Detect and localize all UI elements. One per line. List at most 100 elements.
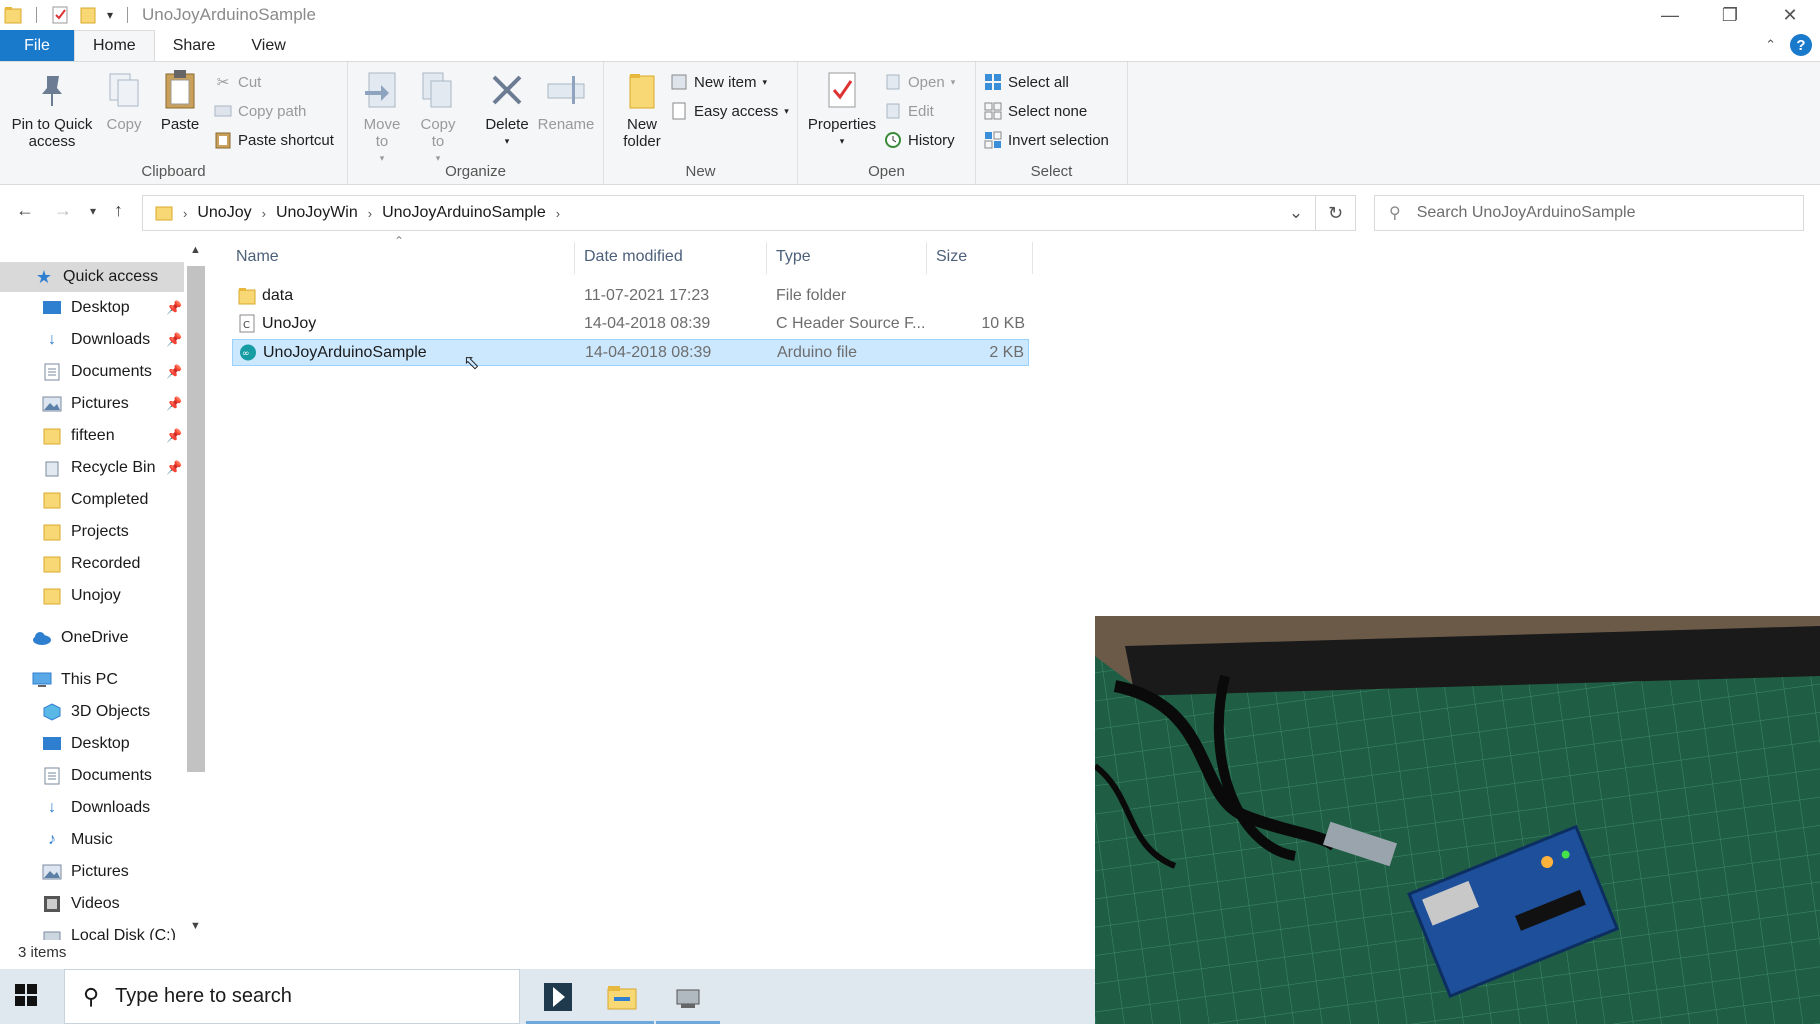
pin-to-quick-access-button[interactable]: Pin to Quick access [6,68,98,150]
nav-label: Desktop [71,735,130,752]
refresh-icon[interactable]: ↻ [1316,195,1356,231]
network-app-taskbar-icon[interactable] [656,969,720,1024]
nav-music[interactable]: ♪ Music [0,825,186,855]
easy-access-button[interactable]: Easy access ▾ [670,102,789,120]
select-none-button[interactable]: Select none [984,102,1087,120]
scroll-down-icon[interactable]: ▼ [190,920,201,932]
tab-view[interactable]: View [233,30,303,61]
nav-pc-documents[interactable]: Documents [0,761,186,791]
paste-shortcut-button[interactable]: Paste shortcut [214,131,334,149]
nav-downloads[interactable]: ↓ Downloads 📌 [0,325,186,355]
3d-objects-icon [42,703,62,721]
taskbar-app-icon[interactable] [526,969,590,1024]
open-button[interactable]: Open ▾ [884,73,955,91]
ribbon-tabs: File Home Share View ⌃ ? [0,30,1820,61]
new-folder-label: New folder [623,116,661,150]
scroll-thumb[interactable] [187,266,205,772]
column-type[interactable]: Type [776,248,811,266]
downloads-icon: ↓ [48,799,56,816]
move-to-button[interactable]: Move to ▾ [360,68,404,167]
taskbar-search[interactable]: ⚲ Type here to search [64,969,520,1024]
file-type: C Header Source F... [776,315,926,332]
up-icon[interactable]: ↑ [114,200,123,221]
nav-completed[interactable]: Completed [0,485,186,515]
recycle-bin-icon [42,459,62,477]
cut-button[interactable]: ✂ Cut [214,73,262,92]
new-group: New folder New item ▾ Easy access ▾ New [604,62,798,184]
column-date-modified[interactable]: Date modified [584,248,683,266]
close-button[interactable]: ✕ [1760,0,1820,30]
address-bar[interactable]: › UnoJoy › UnoJoyWin › UnoJoyArduinoSamp… [142,195,1316,231]
copy-path-button[interactable]: Copy path [214,102,306,120]
properties-label: Properties [807,116,877,133]
history-button[interactable]: History [884,131,955,149]
edit-button[interactable]: Edit [884,102,934,120]
new-item-button[interactable]: New item ▾ [670,73,767,91]
nav-documents[interactable]: Documents 📌 [0,357,186,387]
nav-quick-access[interactable]: ★ Quick access [0,262,184,292]
minimize-button[interactable]: — [1640,0,1700,30]
nav-projects[interactable]: Projects [0,517,186,547]
file-row-data[interactable]: data 11-07-2021 17:23 File folder [232,283,1029,310]
nav-onedrive[interactable]: OneDrive [0,623,186,653]
nav-fifteen[interactable]: fifteen 📌 [0,421,186,451]
tab-home[interactable]: Home [74,30,155,61]
nav-pc-downloads[interactable]: ↓ Downloads [0,793,186,823]
paste-button[interactable]: Paste [158,68,202,133]
restore-button[interactable]: ❐ [1700,0,1760,30]
file-row-unojoyarduinosample[interactable]: ∞ UnoJoyArduinoSample ⬁ 14-04-2018 08:39… [232,339,1029,374]
invert-selection-button[interactable]: Invert selection [984,131,1109,149]
nav-local-disk[interactable]: Local Disk (C:) [0,921,186,940]
copy-button[interactable]: Copy [104,68,144,133]
new-item-label: New item [694,73,757,91]
nav-pictures[interactable]: Pictures 📌 [0,389,186,419]
navigation-bar: ← → ▾ ↑ › UnoJoy › UnoJoyWin › UnoJoyArd… [0,192,1820,232]
scroll-up-icon[interactable]: ▲ [190,244,201,256]
paste-icon [165,70,195,109]
edit-icon [884,102,902,120]
nav-scrollbar[interactable]: ▲ ▼ [186,240,206,940]
copy-to-button[interactable]: Copy to ▾ [416,68,460,167]
collapse-ribbon-icon[interactable]: ⌃ [1765,37,1776,53]
new-folder-button[interactable]: New folder [614,68,670,150]
tab-share[interactable]: Share [155,30,234,61]
nav-videos[interactable]: Videos [0,889,186,919]
breadcrumb-unojoy[interactable]: UnoJoy [197,204,251,222]
nav-unojoy[interactable]: Unojoy [0,581,186,611]
nav-desktop[interactable]: Desktop 📌 [0,293,186,323]
column-name[interactable]: Name [236,248,279,266]
invert-selection-icon [984,131,1002,149]
column-size[interactable]: Size [936,248,967,266]
breadcrumb-unojoyarduinosample[interactable]: UnoJoyArduinoSample [382,204,546,222]
file-explorer-taskbar-icon[interactable] [590,969,654,1024]
rename-button[interactable]: Rename [536,68,596,133]
properties-button[interactable]: Properties ▾ [806,68,878,150]
address-dropdown-icon[interactable]: ⌄ [1276,195,1316,231]
computer-icon [32,671,52,689]
nav-3d-objects[interactable]: 3D Objects [0,697,186,727]
tab-file[interactable]: File [0,30,74,61]
cloud-icon [32,629,52,647]
nav-pc-desktop[interactable]: Desktop [0,729,186,759]
file-row-unojoy[interactable]: C UnoJoy 14-04-2018 08:39 C Header Sourc… [232,311,1029,338]
customize-quick-access-icon[interactable]: ▾ [107,8,113,22]
recent-locations-icon[interactable]: ▾ [90,204,96,218]
folder-icon [155,206,173,221]
organize-group-label: Organize [445,163,506,180]
windows-start-icon[interactable] [14,983,38,1012]
nav-pc-pictures[interactable]: Pictures [0,857,186,887]
nav-this-pc[interactable]: This PC [0,665,186,695]
back-icon[interactable]: ← [16,200,34,221]
nav-label: Downloads [71,799,151,816]
forward-icon[interactable]: → [54,200,72,221]
help-icon[interactable]: ? [1790,34,1812,56]
select-all-button[interactable]: Select all [984,73,1069,91]
search-icon: ⚲ [1389,205,1401,222]
nav-recycle-bin[interactable]: Recycle Bin 📌 [0,453,186,483]
nav-recorded[interactable]: Recorded [0,549,186,579]
search-box[interactable]: ⚲ Search UnoJoyArduinoSample [1374,195,1804,231]
breadcrumb-unojoywin[interactable]: UnoJoyWin [276,204,358,222]
properties-icon[interactable] [51,5,69,25]
new-folder-icon[interactable] [79,5,97,25]
delete-button[interactable]: Delete ▾ [482,68,532,150]
